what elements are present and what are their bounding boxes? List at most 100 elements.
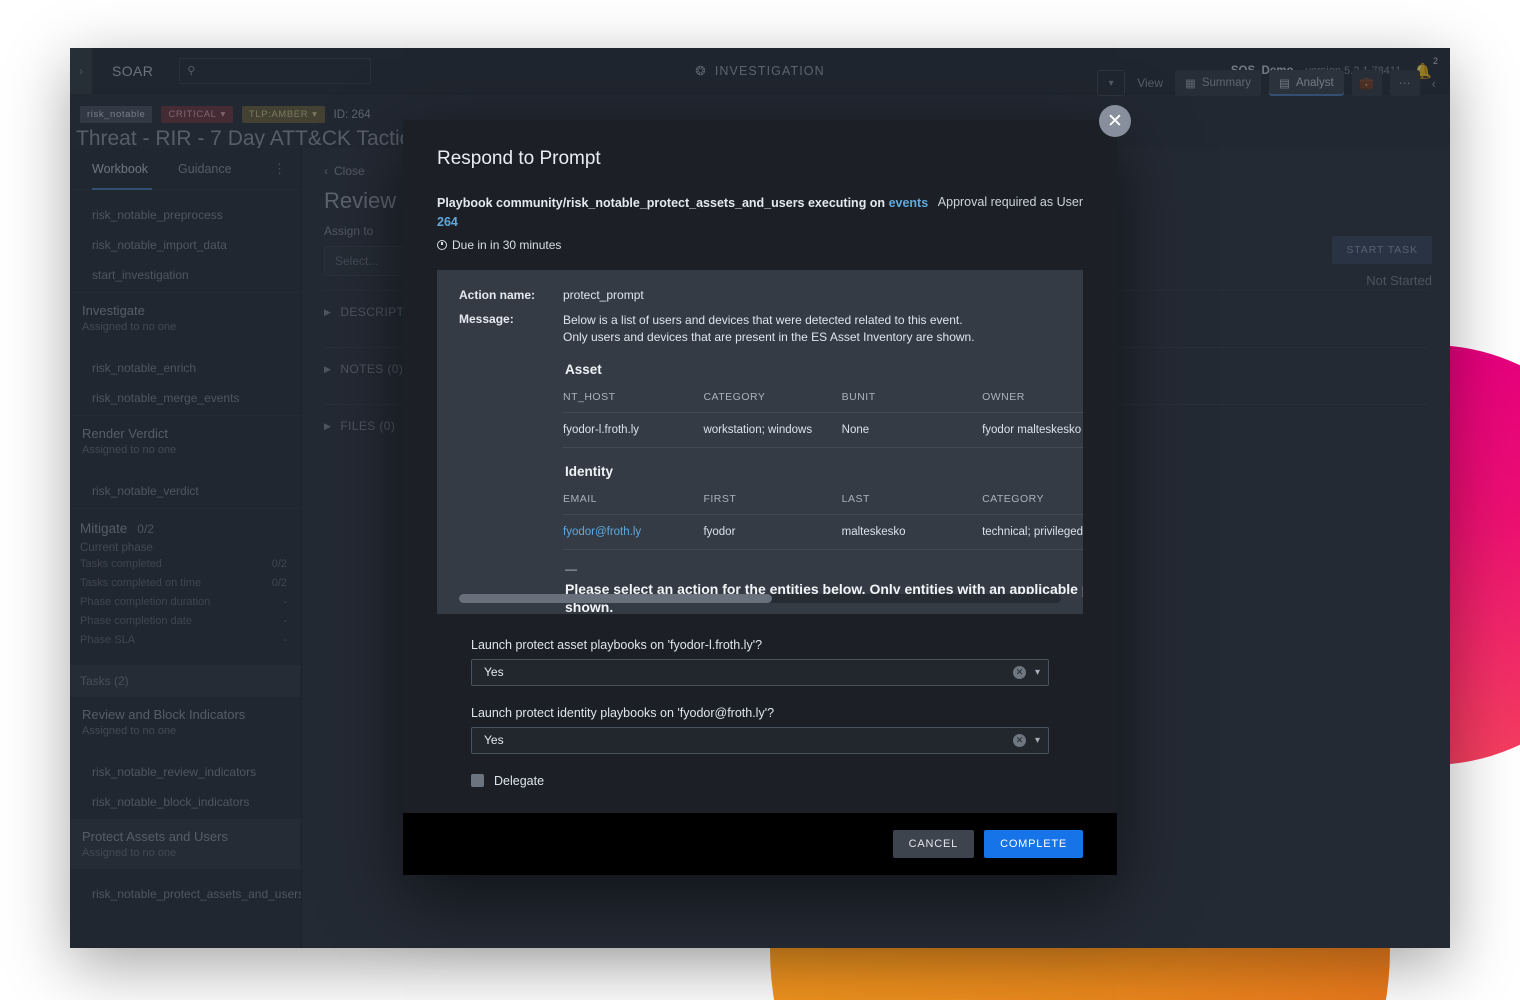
action-name-row: Action name: protect_prompt — [459, 288, 1061, 302]
asset-table-heading: Asset — [565, 362, 1083, 377]
clear-icon[interactable]: ✕ — [1013, 734, 1026, 747]
playbook-execution-line: Playbook community/risk_notable_protect_… — [437, 194, 938, 232]
delegate-checkbox[interactable] — [471, 774, 484, 787]
phase-stat: Tasks completed on time 0/2 — [80, 574, 301, 592]
action-name-value: protect_prompt — [563, 288, 644, 302]
more-dots-icon[interactable]: ⋯ — [1390, 70, 1420, 96]
tab-workbook[interactable]: Workbook — [92, 162, 148, 176]
task-assignee: Assigned to no one — [82, 321, 301, 333]
playbook-item[interactable]: risk_notable_verdict — [70, 476, 301, 506]
segment-label: Summary — [1202, 77, 1251, 89]
action-name-key: Action name: — [459, 288, 563, 302]
respond-to-prompt-modal: Respond to Prompt Playbook community/ris… — [403, 120, 1117, 875]
playbook-item[interactable]: risk_notable_preprocess — [70, 200, 301, 230]
view-segment-analyst[interactable]: ▤ Analyst — [1269, 70, 1344, 96]
playbook-item[interactable]: risk_notable_review_indicators — [70, 757, 301, 787]
playbook-prefix: Playbook community/risk_notable_protect_… — [437, 196, 885, 210]
task-title: Investigate — [82, 303, 301, 318]
identity-playbook-select[interactable]: Yes ✕ ▾ — [471, 727, 1049, 754]
case-id: ID: 264 — [334, 109, 371, 121]
task-title: Review and Block Indicators — [82, 707, 301, 722]
message-line: Below is a list of users and devices tha… — [563, 312, 1083, 329]
tab-guidance[interactable]: Guidance — [178, 162, 232, 176]
chevron-left-icon[interactable]: ‹ — [1432, 76, 1436, 91]
global-search[interactable]: ⚲ — [179, 58, 371, 84]
playbook-item[interactable]: risk_notable_import_data — [70, 230, 301, 260]
cell-owner: fyodor malteskesko — [982, 412, 1083, 447]
message-line: Only users and devices that are present … — [563, 329, 1083, 346]
phase-name: Mitigate — [80, 521, 127, 536]
badge-severity[interactable]: CRITICAL ▾ — [161, 106, 232, 123]
start-task-button[interactable]: START TASK — [1332, 236, 1432, 264]
badge-risk-notable[interactable]: risk_notable — [80, 106, 152, 123]
stat-label: Phase SLA — [80, 634, 135, 646]
due-line: Due in in 30 minutes — [437, 238, 1083, 252]
message-body: Below is a list of users and devices tha… — [563, 312, 1083, 614]
complete-button[interactable]: COMPLETE — [984, 830, 1083, 858]
task-protect-assets-users[interactable]: Protect Assets and Users Assigned to no … — [70, 819, 301, 869]
cell-category: technical; privileged — [982, 514, 1083, 549]
playbook-item[interactable]: risk_notable_enrich — [70, 353, 301, 383]
search-input[interactable] — [201, 64, 363, 78]
modal-body: Respond to Prompt Playbook community/ris… — [403, 120, 1117, 813]
task-investigate[interactable]: Investigate Assigned to no one — [70, 292, 301, 343]
delegate-row[interactable]: Delegate — [471, 774, 1049, 788]
cell-email[interactable]: fyodor@froth.ly — [563, 514, 703, 549]
chevron-down-icon[interactable]: ▾ — [1035, 667, 1040, 678]
workbook-playbooks-top: risk_notable_preprocess risk_notable_imp… — [70, 190, 301, 292]
table-row: fyodor-l.froth.ly workstation; windows N… — [563, 412, 1083, 447]
playbook-item[interactable]: risk_notable_block_indicators — [70, 787, 301, 817]
stat-value: - — [283, 596, 287, 608]
view-segment-summary[interactable]: ▦ Summary — [1175, 70, 1261, 96]
task-render-verdict[interactable]: Render Verdict Assigned to no one — [70, 415, 301, 466]
close-icon[interactable]: ✕ — [1099, 105, 1131, 137]
badge-tlp[interactable]: TLP:AMBER ▾ — [242, 106, 325, 123]
brand-label: SOAR — [112, 63, 153, 79]
briefcase-icon[interactable]: 💼 — [1352, 70, 1382, 96]
tasks-banner[interactable]: Tasks (2) — [70, 665, 301, 697]
playbook-item[interactable]: risk_notable_protect_assets_and_users — [70, 879, 301, 909]
clear-icon[interactable]: ✕ — [1013, 666, 1026, 679]
expand-chevron-icon: › — [79, 64, 83, 78]
column-header: NT_HOST — [563, 385, 703, 413]
kebab-menu-icon[interactable]: ⋮ — [273, 161, 287, 177]
workbook-playbooks-verdict: risk_notable_verdict — [70, 466, 301, 508]
asset-playbook-select[interactable]: Yes ✕ ▾ — [471, 659, 1049, 686]
summary-icon: ▦ — [1185, 76, 1196, 90]
scrollbar-thumb[interactable] — [459, 594, 772, 603]
message-row: Message: Below is a list of users and de… — [459, 312, 1061, 614]
prompt-form: Launch protect asset playbooks on 'fyodo… — [437, 614, 1083, 788]
stat-label: Phase completion date — [80, 615, 192, 627]
cell-nt-host: fyodor-l.froth.ly — [563, 412, 703, 447]
chevron-down-icon[interactable]: ▾ — [1097, 70, 1125, 96]
column-header: LAST — [842, 487, 982, 515]
task-review-block-indicators[interactable]: Review and Block Indicators Assigned to … — [70, 697, 301, 747]
prompt-detail-card: Action name: protect_prompt Message: Bel… — [437, 270, 1083, 614]
column-header: OWNER — [982, 385, 1083, 413]
column-header: CATEGORY — [703, 385, 841, 413]
task-assignee: Assigned to no one — [82, 847, 301, 859]
caret-right-icon: ▶ — [324, 421, 331, 432]
caret-right-icon: ▶ — [324, 307, 331, 318]
task-status: Not Started — [1366, 273, 1432, 288]
close-label: Close — [334, 164, 365, 178]
stat-label: Phase completion duration — [80, 596, 210, 608]
playbook-item[interactable]: start_investigation — [70, 260, 301, 290]
nav-expand-rail[interactable]: › — [70, 48, 92, 94]
field-label-asset: Launch protect asset playbooks on 'fyodo… — [471, 638, 1049, 652]
cancel-button[interactable]: CANCEL — [893, 830, 974, 858]
investigation-nav-item[interactable]: ❂ INVESTIGATION — [695, 63, 825, 78]
column-header: CATEGORY — [982, 487, 1083, 515]
identity-table: EMAIL FIRST LAST CATEGORY BUNIT fyodor@f… — [563, 487, 1083, 550]
workbook-playbooks-review: risk_notable_review_indicators risk_nota… — [70, 747, 301, 819]
investigation-icon: ❂ — [695, 63, 707, 78]
due-text: Due in in 30 minutes — [452, 238, 561, 252]
horizontal-scrollbar[interactable] — [459, 594, 1061, 603]
asset-table: NT_HOST CATEGORY BUNIT OWNER CITY fyodor… — [563, 385, 1083, 448]
stat-label: Tasks completed on time — [80, 577, 201, 589]
column-header: BUNIT — [842, 385, 982, 413]
playbook-item[interactable]: risk_notable_merge_events — [70, 383, 301, 413]
cell-category: workstation; windows — [703, 412, 841, 447]
chevron-down-icon[interactable]: ▾ — [1035, 735, 1040, 746]
workbook-tabs: Workbook Guidance ⋮ — [70, 148, 301, 190]
